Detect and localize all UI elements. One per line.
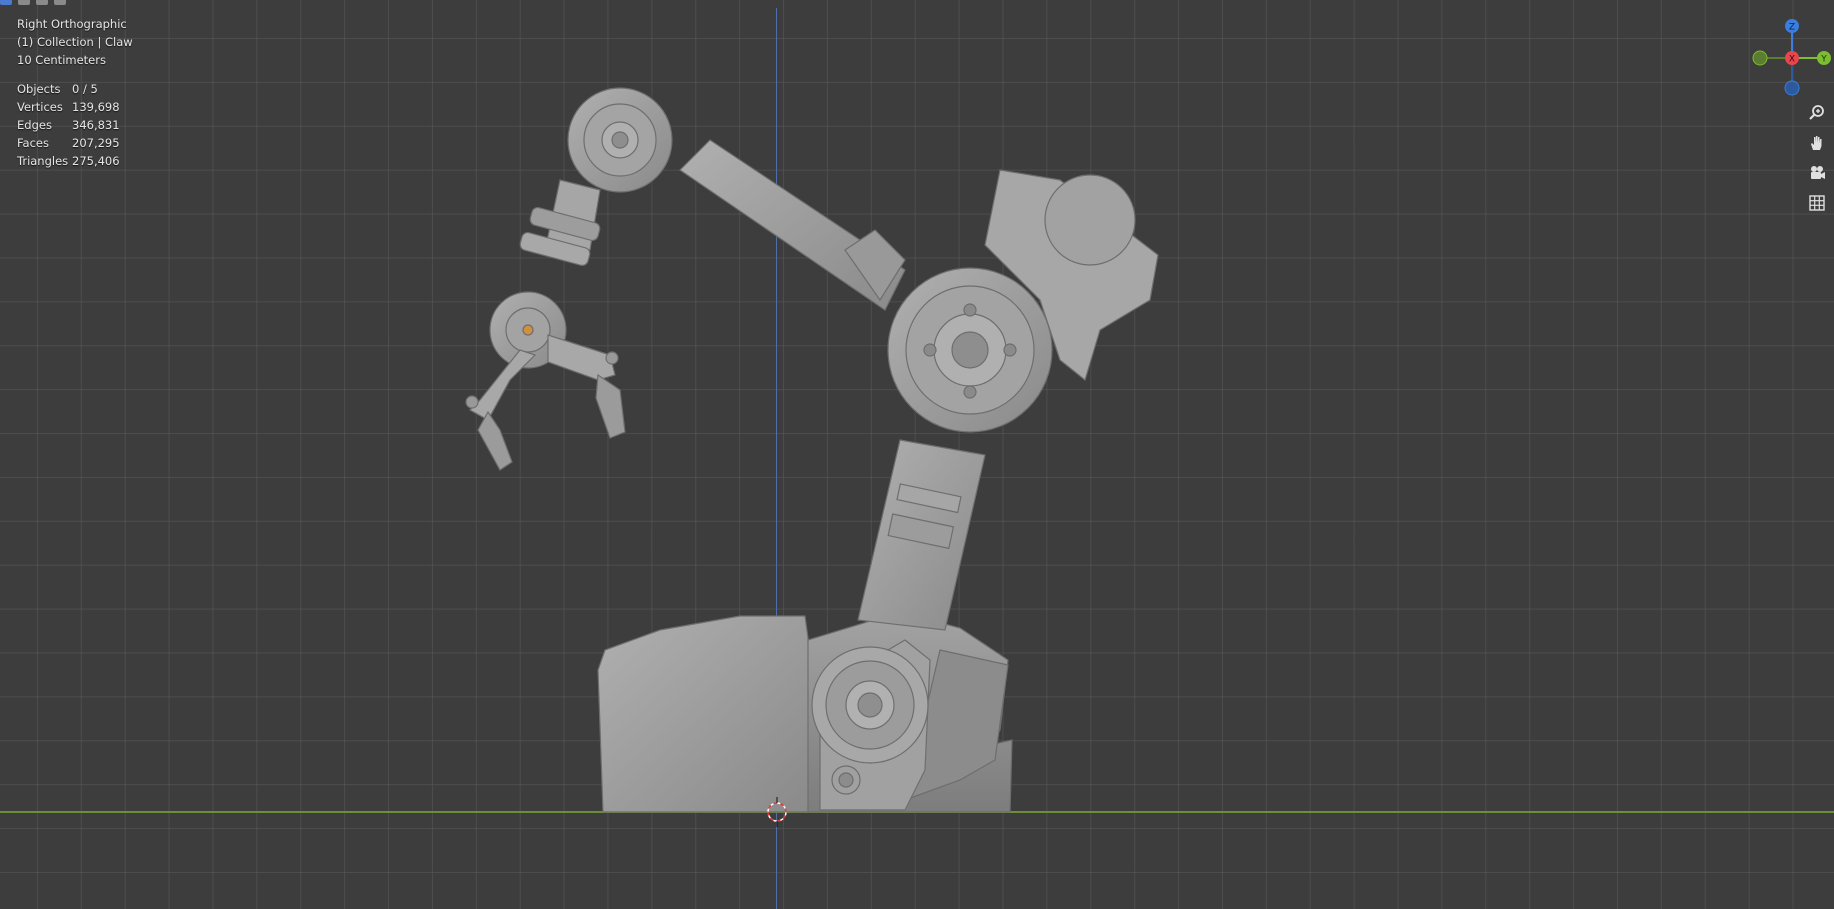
gizmo-y[interactable]: Y bbox=[1817, 51, 1831, 65]
stat-objects: Objects 0 / 5 bbox=[17, 82, 98, 96]
navigation-tools bbox=[1804, 100, 1832, 220]
viewport-info: Right Orthographic (1) Collection | Claw… bbox=[17, 15, 133, 69]
gizmo-z[interactable]: Z bbox=[1785, 19, 1799, 33]
stat-vertices: Vertices 139,698 bbox=[17, 100, 120, 114]
gizmo-neg-z[interactable] bbox=[1784, 80, 1800, 96]
base-body bbox=[597, 615, 811, 813]
grid-perspective-icon[interactable] bbox=[1804, 190, 1830, 216]
scene-statistics: Objects 0 / 5 Vertices 139,698 Edges 346… bbox=[17, 80, 120, 170]
3d-viewport[interactable]: Right Orthographic (1) Collection | Claw… bbox=[0, 0, 1834, 909]
navigation-gizmo[interactable]: Z Y X bbox=[1750, 18, 1834, 98]
collection-line: (1) Collection | Claw bbox=[17, 35, 133, 49]
stat-faces: Faces 207,295 bbox=[17, 136, 120, 150]
svg-text:Y: Y bbox=[1820, 55, 1827, 65]
robot-claw-model[interactable] bbox=[0, 0, 1834, 909]
view-name: Right Orthographic bbox=[17, 17, 127, 31]
svg-text:Z: Z bbox=[1789, 23, 1795, 33]
3d-cursor-icon[interactable] bbox=[762, 797, 792, 827]
stat-edges: Edges 346,831 bbox=[17, 118, 120, 132]
svg-text:X: X bbox=[1789, 55, 1795, 65]
grid-scale: 10 Centimeters bbox=[17, 53, 106, 67]
claw-finger-left bbox=[469, 349, 537, 421]
claw-finger-right bbox=[547, 334, 616, 381]
gizmo-neg-y[interactable] bbox=[1752, 50, 1768, 66]
camera-icon[interactable] bbox=[1804, 160, 1830, 186]
zoom-icon[interactable] bbox=[1804, 100, 1830, 126]
pan-hand-icon[interactable] bbox=[1804, 130, 1830, 156]
gizmo-x[interactable]: X bbox=[1785, 51, 1799, 65]
stat-triangles: Triangles 275,406 bbox=[17, 154, 120, 168]
